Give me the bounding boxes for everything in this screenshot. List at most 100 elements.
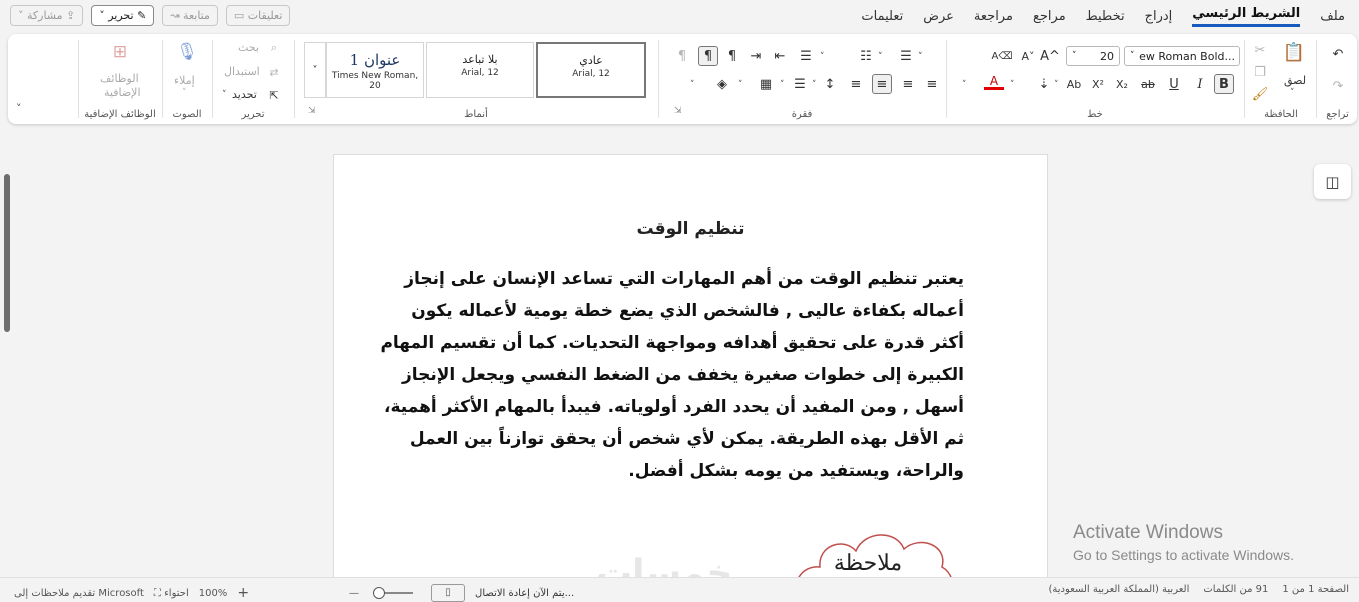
addins-label-line1[interactable]: الوظائف	[100, 72, 139, 85]
shrink-font-icon[interactable]: A˅	[1018, 46, 1038, 66]
vertical-scrollbar[interactable]	[4, 174, 10, 332]
rtl-paragraph-icon[interactable]: ¶	[722, 46, 742, 66]
style-no-spacing[interactable]: بلا تباعد Arial, 12	[426, 42, 534, 98]
status-left: تقديم ملاحظات إلى Microsoft ⛶ احتواء 100…	[14, 584, 574, 602]
feedback-link[interactable]: تقديم ملاحظات إلى Microsoft	[14, 588, 144, 599]
search-icon[interactable]: ⌕	[264, 38, 284, 58]
zoom-out-icon[interactable]: —	[349, 588, 359, 599]
borders-icon[interactable]: ▦	[756, 74, 776, 94]
superscript-button[interactable]: X²	[1088, 74, 1108, 94]
edit-mode-button[interactable]: ˅ تحرير ✎	[91, 5, 155, 26]
follow-button[interactable]: ↝ متابعة	[162, 5, 218, 26]
decrease-indent-icon[interactable]: ⇤	[770, 46, 790, 66]
dictate-label[interactable]: إملاء	[174, 74, 195, 87]
body-line: الكبيرة إلى خطوات صغيرة يخفف من الضغط ال…	[401, 365, 964, 385]
microphone-icon[interactable]: 🎙	[176, 42, 198, 62]
menu-file[interactable]: ملف	[1320, 9, 1345, 24]
chevron-down-icon[interactable]: ˅	[182, 88, 187, 98]
chevron-down-icon[interactable]: ˅	[820, 52, 825, 62]
increase-indent-icon[interactable]: ⇥	[746, 46, 766, 66]
bold-button[interactable]: B	[1214, 74, 1234, 94]
change-case-button[interactable]: Ab	[1064, 74, 1084, 94]
zoom-slider[interactable]	[373, 587, 414, 599]
undo-icon[interactable]: ↶	[1328, 44, 1348, 64]
menu-insert[interactable]: إدراج	[1145, 9, 1173, 24]
replace-icon[interactable]: ⇄	[264, 62, 284, 82]
find-label[interactable]: بحث	[238, 41, 259, 54]
ltr-paragraph-icon[interactable]: ¶	[698, 46, 718, 66]
addins-group: ⊞ الوظائف الإضافية الوظائف الإضافية	[80, 34, 160, 124]
menu-home[interactable]: الشريط الرئيسي	[1192, 6, 1301, 27]
shading-icon[interactable]: ◈	[712, 74, 732, 94]
status-language[interactable]: العربية (المملكة العربية السعودية)	[1048, 584, 1189, 595]
chevron-down-icon[interactable]: ˅	[738, 80, 743, 90]
chevron-down-icon[interactable]: ˅	[222, 90, 227, 100]
styles-group-label: أنماط	[464, 109, 488, 120]
fit-button[interactable]: ⛶ احتواء	[154, 588, 189, 599]
multilevel-list-icon[interactable]: ☰	[796, 46, 816, 66]
share-button[interactable]: ˅ مشاركة ⇪	[10, 5, 84, 26]
activate-windows-subtitle: Go to Settings to activate Windows.	[1073, 547, 1294, 563]
grow-font-icon[interactable]: A^	[1040, 46, 1060, 66]
addins-label-line2[interactable]: الإضافية	[104, 86, 141, 99]
numbering-icon[interactable]: ☷	[856, 46, 876, 66]
select-label[interactable]: تحديد	[232, 88, 257, 101]
addins-icon[interactable]: ⊞	[110, 42, 130, 62]
show-marks-icon[interactable]: ¶	[672, 46, 692, 66]
chevron-down-icon[interactable]: ˅	[1072, 51, 1077, 61]
redo-icon[interactable]: ↷	[1328, 76, 1348, 96]
zoom-in-icon[interactable]: +	[237, 585, 249, 601]
italic-button[interactable]: I	[1190, 74, 1210, 94]
chevron-down-icon[interactable]: ˅	[1010, 80, 1015, 90]
panel-icon: ◫	[1325, 172, 1340, 191]
subscript-button[interactable]: X₂	[1112, 74, 1132, 94]
chevron-down-icon[interactable]: ˅	[780, 80, 785, 90]
cursor-icon[interactable]: ⇱	[264, 85, 284, 105]
comments-button[interactable]: ▭ تعليقات	[225, 5, 291, 26]
cut-icon[interactable]: ✂	[1250, 40, 1270, 60]
replace-label[interactable]: استبدال	[224, 65, 260, 78]
paste-label[interactable]: لصق	[1284, 74, 1306, 87]
line-spacing-icon[interactable]: ↕	[820, 74, 840, 94]
chevron-down-icon[interactable]: ˅	[962, 80, 967, 90]
chevron-down-icon[interactable]: ˅	[690, 80, 695, 90]
chevron-down-icon[interactable]: ˅	[878, 52, 883, 62]
font-color-icon[interactable]: A	[984, 74, 1004, 90]
status-words[interactable]: 91 من الكلمات	[1203, 584, 1268, 595]
align-right-icon[interactable]: ≡	[922, 74, 942, 94]
zoom-level[interactable]: 100%	[199, 588, 228, 599]
copy-icon[interactable]: ❐	[1250, 62, 1270, 82]
style-normal[interactable]: عادي Arial, 12	[536, 42, 646, 98]
chevron-down-icon[interactable]: ˅	[918, 52, 923, 62]
chevron-down-icon[interactable]: ˅	[1290, 88, 1295, 98]
styles-gallery-expand[interactable]: ˅	[304, 42, 326, 98]
page-view-icon[interactable]: ▯	[431, 584, 466, 602]
highlight-icon[interactable]: ⇣	[1034, 74, 1054, 94]
style-heading-1[interactable]: عنوان 1 Times New Roman, 20	[326, 42, 424, 98]
body-line: يعتبر تنظيم الوقت من أهم المهارات التي ت…	[404, 269, 964, 289]
bullets-icon[interactable]: ☰	[896, 46, 916, 66]
align-center-icon[interactable]: ≡	[898, 74, 918, 94]
document-page[interactable]: تنظيم الوقت يعتبر تنظيم الوقت من أهم الم…	[333, 154, 1048, 579]
menu-references[interactable]: مراجع	[1033, 9, 1066, 24]
clear-format-icon[interactable]: A⌫	[992, 46, 1013, 66]
justify-icon[interactable]: ≡	[846, 74, 866, 94]
format-painter-icon[interactable]: 🖌	[1250, 84, 1270, 104]
align-left-icon[interactable]: ≡	[872, 74, 892, 94]
chevron-down-icon[interactable]: ˅	[1125, 51, 1135, 61]
chevron-down-icon[interactable]: ˅	[1054, 80, 1059, 90]
font-name-field[interactable]: ...ew Roman Bold ˅	[1124, 46, 1240, 66]
paste-icon[interactable]: 📋	[1283, 42, 1305, 63]
strikethrough-button[interactable]: ab	[1138, 74, 1158, 94]
status-page[interactable]: الصفحة 1 من 1	[1282, 584, 1349, 595]
collapse-ribbon-icon[interactable]: ˅	[16, 102, 22, 115]
font-size-field[interactable]: ˅ 20	[1066, 46, 1120, 66]
menu-help[interactable]: تعليمات	[861, 9, 903, 24]
menu-view[interactable]: عرض	[923, 9, 954, 24]
menu-layout[interactable]: تخطيط	[1086, 9, 1125, 24]
paragraph-spacing-icon[interactable]: ☰	[790, 74, 810, 94]
menu-review[interactable]: مراجعة	[974, 9, 1013, 24]
underline-button[interactable]: U	[1164, 74, 1184, 94]
chevron-down-icon[interactable]: ˅	[812, 80, 817, 90]
side-pane-button[interactable]: ◫	[1314, 164, 1351, 199]
